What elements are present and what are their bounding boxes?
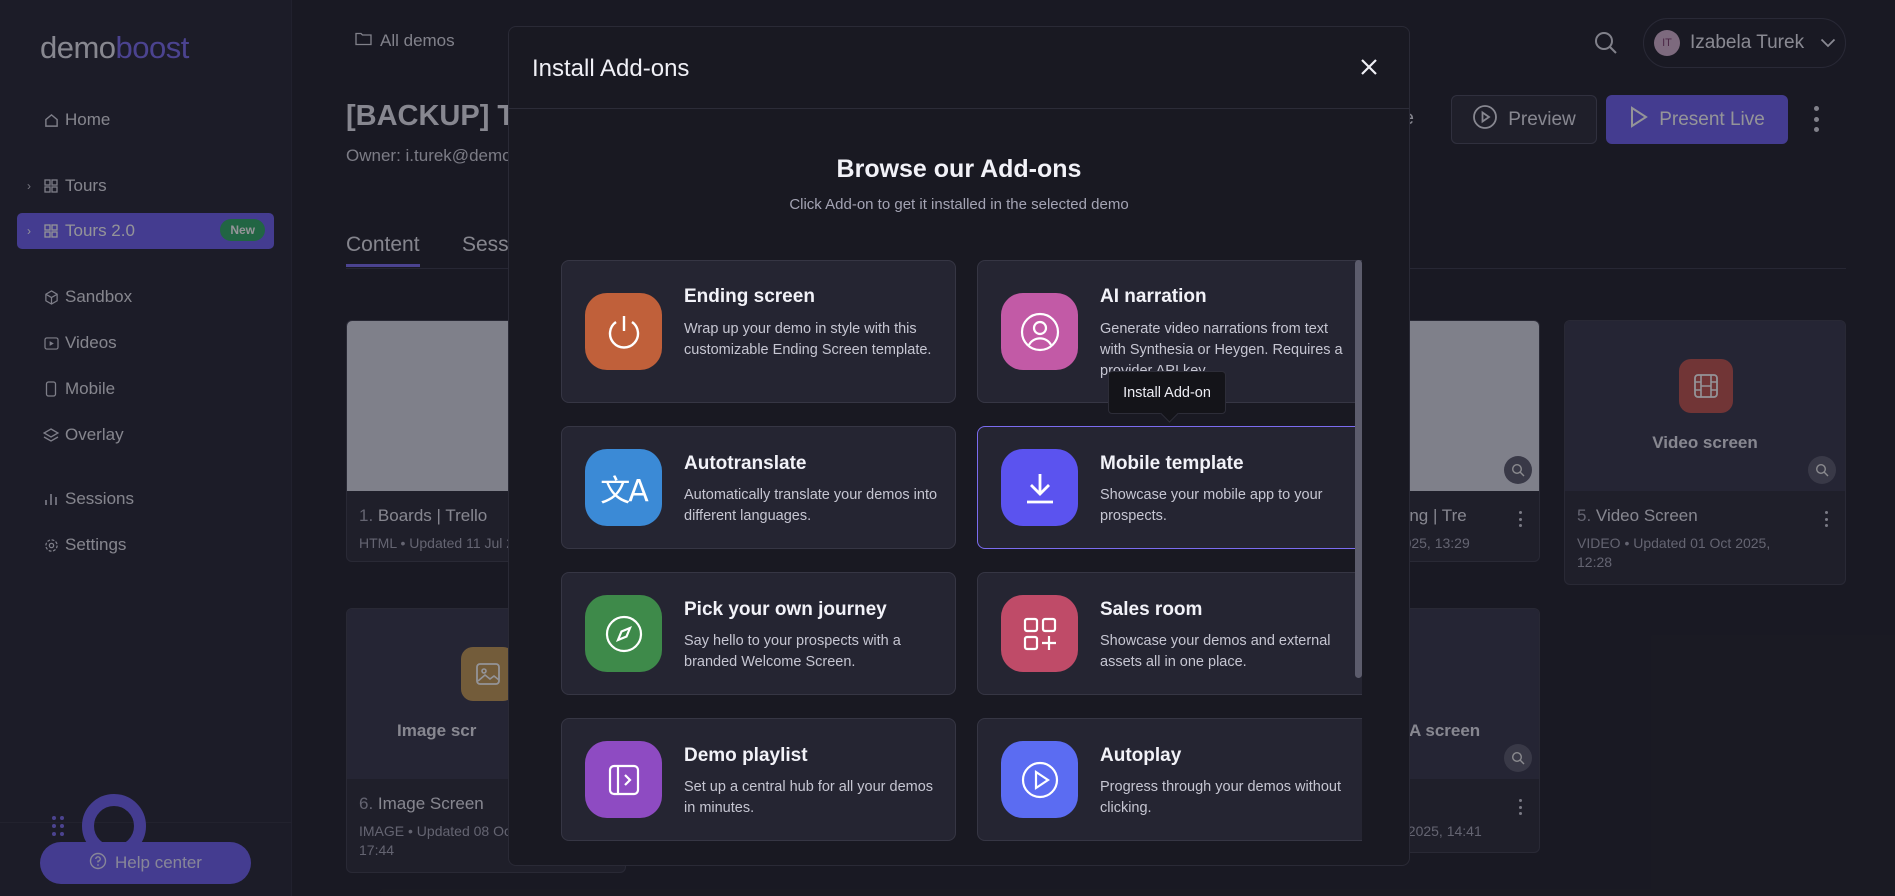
power-icon [585, 293, 662, 370]
user-circle-icon [1001, 293, 1078, 370]
download-icon [1001, 449, 1078, 526]
play-circle-icon [1001, 741, 1078, 818]
addon-title: Ending screen [684, 286, 815, 307]
addon-title: Autoplay [1100, 745, 1182, 766]
install-addon-tooltip: Install Add-on [1108, 371, 1226, 414]
modal-header: Install Add-ons [509, 27, 1409, 109]
addon-description: Showcase your demos and external assets … [1100, 633, 1331, 671]
addon-title: Demo playlist [684, 745, 808, 766]
addon-description: Automatically translate your demos into … [684, 487, 938, 525]
addon-mobile-template[interactable]: Mobile template Showcase your mobile app… [977, 426, 1362, 549]
addon-title: Mobile template [1100, 453, 1244, 474]
close-icon[interactable] [1357, 55, 1381, 79]
addon-description: Wrap up your demo in style with this cus… [684, 321, 932, 359]
addon-description: Showcase your mobile app to your prospec… [1100, 487, 1323, 525]
addon-title: Sales room [1100, 599, 1203, 620]
browse-subtitle: Click Add-on to get it installed in the … [789, 196, 1129, 213]
grid-plus-icon [1001, 595, 1078, 672]
addon-title: AI narration [1100, 286, 1207, 307]
install-addons-modal: Install Add-ons Browse our Add-ons Click… [508, 26, 1410, 866]
scrollbar[interactable] [1355, 260, 1362, 678]
addon-description: Progress through your demos without clic… [1100, 779, 1341, 817]
addon-autotranslate[interactable]: 文A Autotranslate Automatically translate… [561, 426, 956, 549]
translate-icon: 文A [585, 449, 662, 526]
addon-autoplay[interactable]: Autoplay Progress through your demos wit… [977, 718, 1362, 841]
browse-title: Browse our Add-ons [836, 155, 1082, 183]
addon-description: Set up a central hub for all your demos … [684, 779, 934, 817]
sidebar-arrow-icon [585, 741, 662, 818]
modal-title: Install Add-ons [532, 55, 690, 82]
addon-pick-your-own-journey[interactable]: Pick your own journey Say hello to your … [561, 572, 956, 695]
addon-title: Pick your own journey [684, 599, 887, 620]
addon-demo-playlist[interactable]: Demo playlist Set up a central hub for a… [561, 718, 956, 841]
addons-list: Ending screen Wrap up your demo in style… [554, 260, 1362, 850]
addon-ending-screen[interactable]: Ending screen Wrap up your demo in style… [561, 260, 956, 403]
addon-description: Say hello to your prospects with a brand… [684, 633, 901, 671]
addon-sales-room[interactable]: Sales room Showcase your demos and exter… [977, 572, 1362, 695]
compass-icon [585, 595, 662, 672]
addon-title: Autotranslate [684, 453, 807, 474]
